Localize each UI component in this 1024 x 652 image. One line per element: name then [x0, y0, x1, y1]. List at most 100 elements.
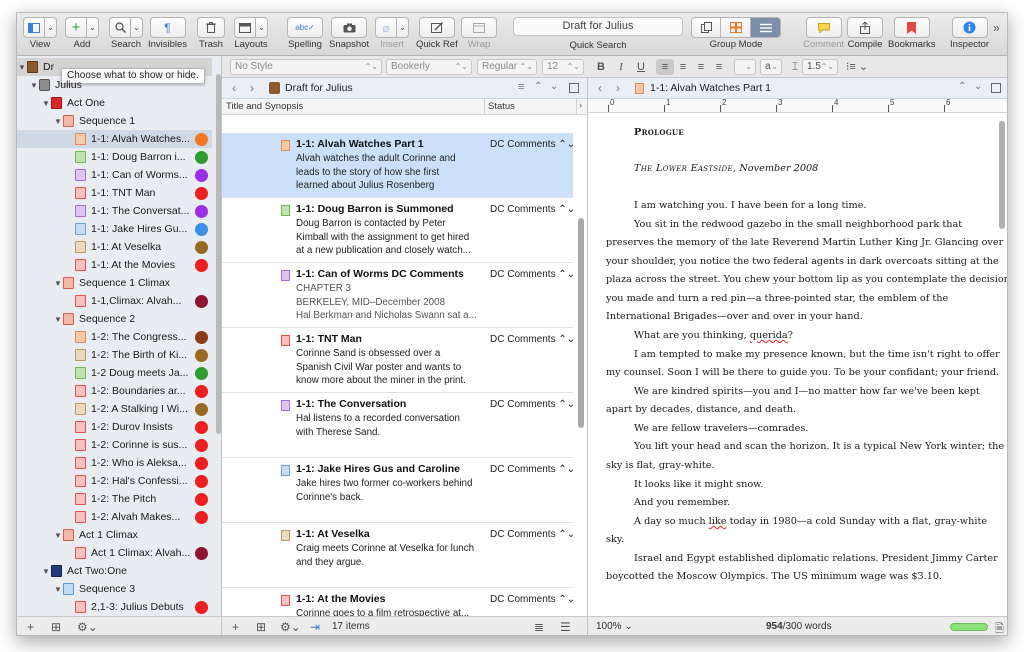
binder-item[interactable]: 2,1-3: Julius Debuts	[17, 598, 212, 616]
zoom-select[interactable]: 100% ⌄	[596, 621, 633, 632]
status-select[interactable]: DC Comments ⌃⌄	[490, 529, 573, 540]
ruler[interactable]: 0 1 2 3 4 5 6	[588, 98, 1007, 113]
align-right-icon[interactable]: ≡	[692, 59, 710, 75]
font-select[interactable]: Bookerly ⌃⌄	[386, 59, 472, 75]
status-select[interactable]: DC Comments ⌃⌄	[490, 334, 573, 345]
inspector-tool[interactable]: Inspector	[950, 17, 989, 50]
outliner-row[interactable]: 1-1: TNT Man Corinne Sand is obsessed ov…	[222, 328, 573, 393]
list-icon[interactable]: ⁝≡ ⌄	[844, 59, 870, 75]
forward-arrow-icon[interactable]: ›	[250, 81, 254, 95]
down-arrow-icon[interactable]: ⌄	[974, 81, 982, 92]
quick-search-field[interactable]: Draft for Julius	[513, 17, 683, 36]
binder-item[interactable]: 1-1: Can of Worms...	[17, 166, 212, 184]
scrivenings-icon[interactable]	[691, 17, 721, 38]
line-spacing-select[interactable]: 1.5 ⌃⌄	[802, 59, 838, 75]
binder-item[interactable]: ▼ Act One	[17, 94, 212, 112]
status-select[interactable]: DC Comments ⌃⌄	[490, 204, 573, 215]
list-icon[interactable]: ☰	[560, 620, 571, 634]
binder-item[interactable]: 1-2: Who is Aleksa...	[17, 454, 212, 472]
binder-item[interactable]: 1-2: Durov Insists	[17, 418, 212, 436]
column-more-icon[interactable]: ›	[579, 100, 582, 111]
binder-item[interactable]: 1-1: Doug Barron i...	[17, 148, 212, 166]
outliner-row[interactable]: 1-1: Alvah Watches Part 1 Alvah watches …	[222, 133, 573, 198]
spelling-tool[interactable]: abc✓ Spelling	[287, 17, 323, 50]
binder-item[interactable]: 1-1: Jake Hires Gu...	[17, 220, 212, 238]
forward-arrow-icon[interactable]: ›	[616, 81, 620, 95]
invisibles-tool[interactable]: ¶ Invisibles	[148, 17, 187, 50]
split-view-icon[interactable]	[569, 83, 579, 93]
binder-item-selected[interactable]: 1-1: Alvah Watches...	[17, 130, 212, 148]
italic-button[interactable]: I	[612, 59, 630, 75]
binder-item[interactable]: 1-1: At Veselka	[17, 238, 212, 256]
up-arrow-icon[interactable]: ⌃	[958, 81, 966, 92]
outliner-row[interactable]: 1-1: At Veselka Craig meets Corinne at V…	[222, 523, 573, 588]
size-select[interactable]: 12 ⌃⌄	[542, 59, 584, 75]
binder-item[interactable]: 1-1,Climax: Alvah...	[17, 292, 212, 310]
binder-item[interactable]: 1-2: A Stalking I Wi...	[17, 400, 212, 418]
align-justify-icon[interactable]: ≡	[710, 59, 728, 75]
bookmarks-tool[interactable]: Bookmarks	[888, 17, 936, 50]
status-select[interactable]: DC Comments ⌃⌄	[490, 594, 573, 605]
status-select[interactable]: DC Comments ⌃⌄	[490, 269, 573, 280]
add-tool[interactable]: + ⌄ Add	[65, 17, 99, 50]
binder-item[interactable]: ▼ Act Two:One	[17, 562, 212, 580]
gear-icon[interactable]: ⚙⌄	[77, 620, 98, 634]
view-tool[interactable]: ⌄ View	[23, 17, 57, 50]
editor-scrollbar[interactable]	[999, 121, 1005, 229]
text-color-select[interactable]: ⌄	[734, 59, 756, 75]
binder-item[interactable]: 1-2: Alvah Makes...	[17, 508, 212, 526]
gear-icon[interactable]: ⚙⌄	[280, 620, 301, 634]
new-folder-icon[interactable]: ⊞	[51, 620, 61, 634]
column-status[interactable]: Status	[488, 101, 515, 112]
binder-item[interactable]: 1-1: The Conversat...	[17, 202, 212, 220]
status-select[interactable]: DC Comments ⌃⌄	[490, 139, 573, 150]
snapshot-tool[interactable]: Snapshot	[329, 17, 369, 50]
outliner-icon[interactable]	[751, 17, 781, 38]
outliner-row[interactable]: 1-1: The Conversation Hal listens to a r…	[222, 393, 573, 458]
document-text[interactable]: Prologue The Lower Eastside, November 20…	[588, 113, 1007, 616]
binder-item[interactable]: 1-1: At the Movies	[17, 256, 212, 274]
bold-button[interactable]: B	[592, 59, 610, 75]
status-select[interactable]: DC Comments ⌃⌄	[490, 399, 573, 410]
compile-tool[interactable]: Compile	[847, 17, 883, 50]
outliner-row[interactable]: 1-1: Doug Barron is Summoned Doug Barron…	[222, 198, 573, 263]
back-arrow-icon[interactable]: ‹	[232, 81, 236, 95]
binder-item[interactable]: 1-2: The Congress...	[17, 328, 212, 346]
underline-button[interactable]: U	[632, 59, 650, 75]
outliner-row[interactable]: 1-1: Can of Worms DC Comments CHAPTER 3B…	[222, 263, 573, 328]
outliner-scrollbar[interactable]	[578, 218, 584, 428]
note-icon[interactable]: 🗎	[995, 620, 1004, 635]
binder-item[interactable]: ▼ Sequence 2	[17, 310, 212, 328]
outliner-row[interactable]: 1-1: At the Movies Corinne goes to a fil…	[222, 588, 573, 616]
search-tool[interactable]: ⌄ Search	[109, 17, 143, 50]
binder-item[interactable]: ▼ Julius	[17, 76, 212, 94]
binder-item[interactable]: ▼ Sequence 1 Climax	[17, 274, 212, 292]
synopsis-toggle-icon[interactable]: ≣	[534, 620, 544, 634]
binder-item[interactable]: ▼ Act 1 Climax	[17, 526, 212, 544]
style-select[interactable]: No Style ⌃⌄	[230, 59, 382, 75]
binder-item[interactable]: ▼ Sequence 3	[17, 580, 212, 598]
go-to-icon[interactable]: ⇥	[310, 620, 320, 634]
list-menu-icon[interactable]: ≡	[518, 81, 524, 93]
insert-tool[interactable]: ⌀ ⌄ Insert	[375, 17, 409, 50]
binder-item[interactable]: 1-2: The Birth of Ki...	[17, 346, 212, 364]
binder-item[interactable]: 1-1: TNT Man	[17, 184, 212, 202]
binder-item[interactable]: 1-2 Doug meets Ja...	[17, 364, 212, 382]
split-view-icon[interactable]	[991, 83, 1001, 93]
weight-select[interactable]: Regular ⌃⌄	[477, 59, 537, 75]
new-folder-icon[interactable]: ⊞	[256, 620, 266, 634]
target-progress-bar[interactable]	[950, 623, 988, 631]
back-arrow-icon[interactable]: ‹	[598, 81, 602, 95]
binder-item[interactable]: ▼ Sequence 1	[17, 112, 212, 130]
column-title-synopsis[interactable]: Title and Synopsis	[226, 101, 303, 112]
add-icon[interactable]: +	[27, 620, 34, 634]
comment-tool[interactable]: Comment	[803, 17, 844, 50]
down-arrow-icon[interactable]: ⌄	[550, 81, 558, 92]
binder-item[interactable]: 1-2: The Pitch	[17, 490, 212, 508]
align-center-icon[interactable]: ≡	[674, 59, 692, 75]
disclosure-triangle-icon[interactable]: ▼	[17, 63, 27, 72]
layouts-tool[interactable]: ⌄ Layouts	[234, 17, 268, 50]
status-select[interactable]: DC Comments ⌃⌄	[490, 464, 573, 475]
quick-ref-tool[interactable]: Quick Ref	[416, 17, 458, 50]
binder-item[interactable]: 1-2: Hal's Confessi...	[17, 472, 212, 490]
